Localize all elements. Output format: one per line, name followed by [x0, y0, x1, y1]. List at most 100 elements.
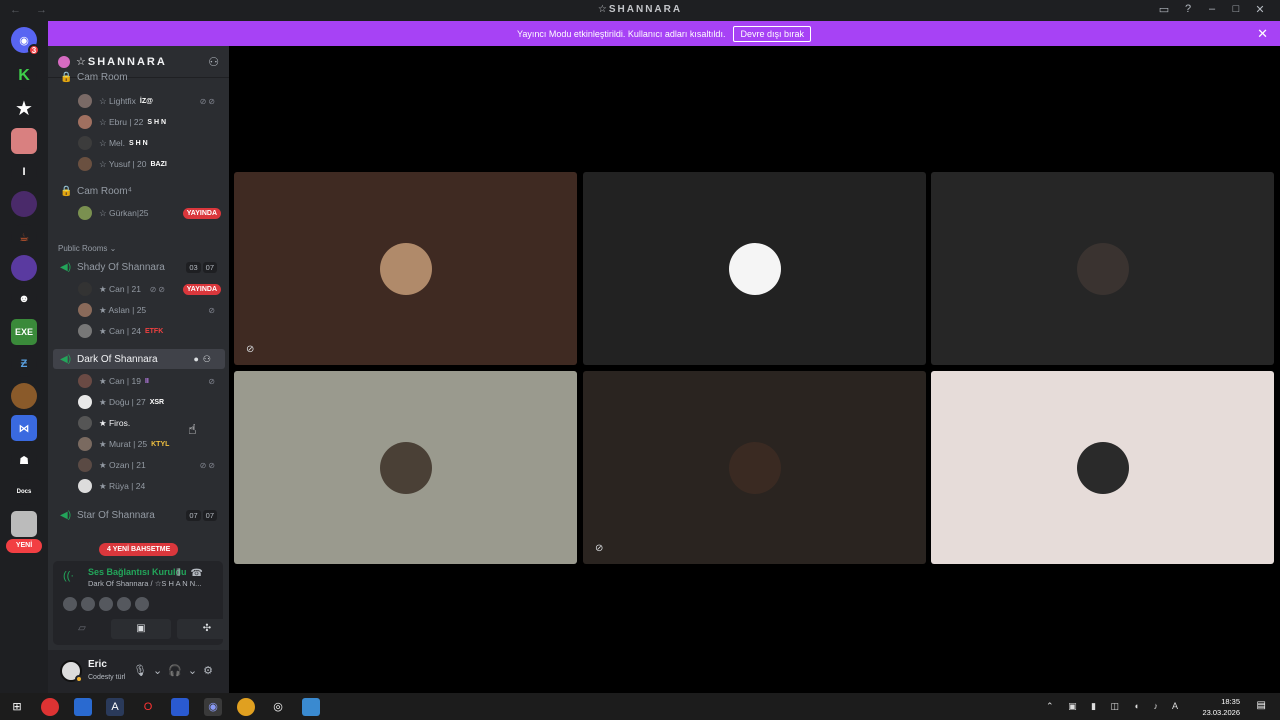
- app-red-icon[interactable]: [41, 698, 59, 716]
- home-discord-icon[interactable]: ◉ 3: [11, 27, 40, 56]
- voice-member[interactable]: ☆ Yusuf | 20 BAZI: [48, 154, 229, 174]
- maximize-button[interactable]: □: [1224, 3, 1248, 16]
- video-tile[interactable]: [583, 172, 926, 365]
- window-title: ☆SHANNARA: [597, 4, 683, 15]
- voice-member[interactable]: ★ Can | 19 II ⊘: [48, 371, 229, 391]
- avatar: [78, 157, 92, 171]
- category-public-rooms[interactable]: Public Rooms ⌄: [48, 238, 229, 258]
- participant-avatar[interactable]: [81, 597, 95, 611]
- live-badge: YAYINDA: [182, 283, 221, 295]
- windows-taskbar: ⊞ A O ◉ ◎ ⌃ ▣ ▮ ◫ ◖ ♪ A 18:35 23.03.2026…: [0, 693, 1280, 720]
- speaker-icon: ◀): [60, 261, 72, 273]
- activities-button[interactable]: ✣: [177, 619, 229, 639]
- server-gamer-icon[interactable]: [11, 191, 37, 217]
- voice-member[interactable]: ★ Rüya | 24: [48, 476, 229, 496]
- server-java-icon[interactable]: ☕: [11, 224, 37, 250]
- notification-icon[interactable]: ▤: [1257, 700, 1266, 711]
- app-store-icon[interactable]: [74, 698, 92, 716]
- window-titlebar: ← → ☆SHANNARA ▭ ? – □ ✕: [0, 0, 1280, 21]
- app-a-icon[interactable]: A: [106, 698, 124, 716]
- banner-text: Yayıncı Modu etkinleştirildi. Kullanıcı …: [517, 28, 726, 39]
- windows-start-icon[interactable]: ⊞: [8, 698, 26, 716]
- muted-icon: ⊘: [208, 305, 217, 315]
- speaker-icon: ◀): [60, 353, 72, 365]
- server-blue-icon[interactable]: ⋈: [11, 415, 37, 441]
- video-tile[interactable]: [931, 371, 1274, 564]
- inbox-icon[interactable]: ▭: [1152, 3, 1176, 16]
- app-circle-icon[interactable]: ◎: [269, 698, 287, 716]
- voice-member[interactable]: ☆ Mel. S H N: [48, 133, 229, 153]
- channel-sidebar: ☆SHANNARA ⚇ 🔒 Cam Room ☆ Lightfix İZ@ ⊘⊘ …: [48, 46, 229, 693]
- disable-streamer-mode-button[interactable]: Devre dışı bırak: [733, 25, 811, 42]
- voice-channel-path[interactable]: Dark Of Shannara / ☆S H A N N...: [88, 579, 201, 588]
- noise-disconnect-icons[interactable]: ⦀☎: [176, 568, 213, 579]
- help-icon[interactable]: ?: [1176, 3, 1200, 16]
- avatar: [78, 136, 92, 150]
- participant-avatar: [379, 441, 432, 494]
- participant-avatar[interactable]: [117, 597, 131, 611]
- voice-member[interactable]: ★ Doğu | 27 XSR: [48, 392, 229, 412]
- server-i-icon[interactable]: I: [11, 159, 37, 185]
- voice-member[interactable]: ☆ Lightfix İZ@ ⊘⊘: [48, 91, 229, 111]
- participant-avatar[interactable]: [63, 597, 77, 611]
- channel-star-of-shannara[interactable]: ◀) Star Of Shannara 07 07: [48, 505, 229, 525]
- channel-shady-of-shannara[interactable]: ◀) Shady Of Shannara 03 07: [48, 257, 229, 277]
- participant-avatar[interactable]: [135, 597, 149, 611]
- discord-taskbar-icon[interactable]: ◉: [204, 698, 222, 716]
- server-brown-icon[interactable]: [11, 383, 37, 409]
- server-purple-icon[interactable]: [11, 255, 37, 281]
- voice-member[interactable]: ☆ Gürkan|25 YAYINDA: [48, 203, 229, 223]
- app-photo-icon[interactable]: [302, 698, 320, 716]
- server-exe-icon[interactable]: EXE: [11, 319, 37, 345]
- channel-dark-of-shannara[interactable]: ◀) Dark Of Shannara ●⚇: [53, 349, 225, 369]
- mic-headset-settings-icons[interactable]: 🎙⌄🎧⌄⚙: [133, 664, 219, 677]
- voice-member[interactable]: ★ Ozan | 21 ⊘⊘: [48, 455, 229, 475]
- video-tile[interactable]: [931, 172, 1274, 365]
- channel-cam-room-partial[interactable]: 🔒 Cam Room: [48, 67, 229, 87]
- video-tile[interactable]: ⊘: [583, 371, 926, 564]
- voice-member[interactable]: ★ Can | 24 ETFK: [48, 321, 229, 341]
- new-servers-pill[interactable]: YENİ: [6, 539, 42, 553]
- camera-button[interactable]: ▱: [59, 619, 105, 639]
- video-tile[interactable]: ⊘: [234, 172, 577, 365]
- custom-status: Codesty türl: [88, 674, 126, 681]
- voice-status[interactable]: Ses Bağlantısı Kuruldu: [88, 567, 187, 577]
- close-banner-icon[interactable]: ✕: [1257, 26, 1268, 42]
- username[interactable]: Eric: [88, 659, 107, 670]
- server-grey-icon[interactable]: [11, 511, 37, 537]
- channel-cam-room4[interactable]: 🔒 Cam Room⁴: [48, 181, 229, 201]
- chrome-icon[interactable]: [237, 698, 255, 716]
- share-screen-button[interactable]: ▣: [111, 619, 171, 639]
- lock-icon: 🔒: [60, 185, 73, 197]
- server-documents-icon[interactable]: Docs: [11, 479, 37, 505]
- voice-member[interactable]: ☆ Ebru | 22 S H N: [48, 112, 229, 132]
- channel-list: 🔒 Cam Room ☆ Lightfix İZ@ ⊘⊘ ☆ Ebru | 22 …: [48, 72, 229, 554]
- video-tile[interactable]: [234, 371, 577, 564]
- server-tz-icon[interactable]: Ƶ: [11, 351, 37, 377]
- system-tray-icons[interactable]: ⌃ ▣ ▮ ◫ ◖ ♪ A: [1046, 701, 1184, 712]
- voice-connection-panel: ((· Ses Bağlantısı Kuruldu Dark Of Shann…: [53, 561, 229, 645]
- voice-member[interactable]: ★ Can | 21 ⊘⊘ YAYINDA: [48, 279, 229, 299]
- participant-avatar: [728, 242, 781, 295]
- voice-member[interactable]: ★ Firos.: [48, 413, 229, 433]
- muted-deafened-icon: ⊘⊘: [199, 460, 217, 470]
- server-k-icon[interactable]: K: [11, 63, 37, 89]
- app-blue-icon[interactable]: [171, 698, 189, 716]
- voice-member[interactable]: ★ Murat | 25 KTYL: [48, 434, 229, 454]
- chat-invite-icons[interactable]: ●⚇: [193, 354, 215, 365]
- muted-deafened-icon: ⊘⊘: [199, 96, 217, 106]
- minimize-button[interactable]: –: [1200, 3, 1224, 16]
- server-controller-icon[interactable]: ☗: [11, 447, 37, 473]
- participant-avatar[interactable]: [99, 597, 113, 611]
- system-clock[interactable]: 18:35 23.03.2026: [1180, 696, 1240, 718]
- avatar: [78, 458, 92, 472]
- server-list: ◉ 3 K ★ I ☕ ☻ EXE Ƶ ⋈ ☗ Docs YENİ: [0, 21, 48, 693]
- server-pink-icon[interactable]: [11, 128, 37, 154]
- voice-member[interactable]: ★ Aslan | 25 ⊘: [48, 300, 229, 320]
- server-panda-icon[interactable]: ☻: [11, 286, 37, 312]
- close-window-button[interactable]: ✕: [1248, 3, 1272, 16]
- new-mentions-pill[interactable]: 4 YENİ BAHSETME: [99, 543, 179, 556]
- voice-action-buttons: ▱ ▣ ✣: [59, 619, 229, 639]
- server-star-icon[interactable]: ★: [11, 95, 37, 121]
- opera-icon[interactable]: O: [139, 698, 157, 716]
